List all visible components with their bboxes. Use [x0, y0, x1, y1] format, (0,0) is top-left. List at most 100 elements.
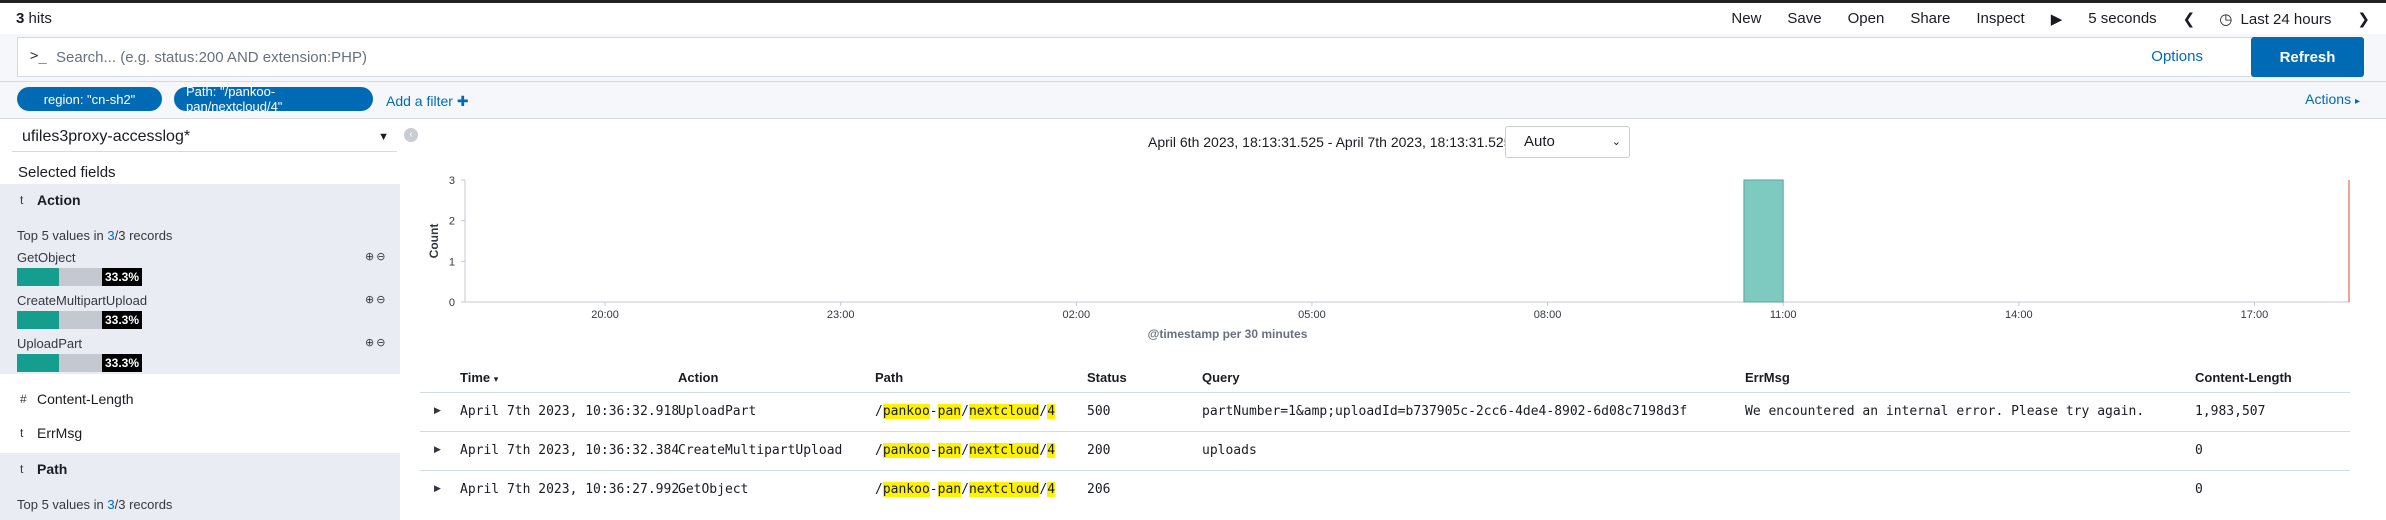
magnify-plus-minus-icons[interactable]: ⊕⊖ [365, 250, 387, 263]
top-value-item: UploadPart 33.3% ⊕⊖ [17, 336, 397, 372]
collapse-sidebar-icon[interactable]: ‹ [404, 128, 418, 142]
magnify-plus-minus-icons[interactable]: ⊕⊖ [365, 293, 387, 306]
total-count: 3 [118, 228, 126, 243]
hits-count: 3 [16, 10, 25, 27]
cell-content-length: 0 [2195, 482, 2203, 497]
value-bar-fill [17, 268, 59, 286]
open-button[interactable]: Open [1848, 10, 1885, 27]
chevron-down-icon: ⌄ [1611, 136, 1621, 148]
inspect-button[interactable]: Inspect [1976, 10, 2024, 27]
y-axis-label: Count [427, 224, 441, 259]
string-type-icon: t [20, 193, 24, 207]
x-tick-label: 02:00 [1063, 309, 1091, 321]
x-tick-label: 23:00 [827, 309, 855, 321]
play-icon[interactable]: ▶ [2051, 10, 2063, 28]
records-label: records [129, 497, 173, 512]
x-tick-label: 05:00 [1298, 309, 1326, 321]
string-type-icon: t [20, 462, 24, 476]
cell-action: UploadPart [678, 404, 757, 419]
field-content-length[interactable]: # Content-Length [0, 383, 400, 417]
path-highlight: 4 [1047, 482, 1056, 497]
table-row: ▶ April 7th 2023, 10:36:32.918 UploadPar… [420, 392, 2350, 430]
x-tick-label: 08:00 [1534, 309, 1562, 321]
value-bar-fill [17, 354, 59, 372]
magnify-plus-minus-icons[interactable]: ⊕⊖ [365, 336, 387, 349]
value-bar: 33.3% [17, 354, 142, 372]
refresh-interval[interactable]: 5 seconds [2088, 10, 2156, 27]
histogram-chart: 0 1 2 3 20:00 23:00 02:00 05:00 08:00 11:00 14:00 1… [427, 175, 2350, 341]
search-row: >_ Options Refresh [0, 34, 2386, 82]
cell-path: /pankoo-pan/nextcloud/4 [875, 482, 1056, 497]
actions-menu[interactable]: Actions ▸ [2305, 91, 2360, 107]
path-highlight: pankoo [882, 443, 930, 458]
field-details-path: Top 5 values in 3/3 records [0, 487, 400, 520]
index-pattern-select[interactable]: ufiles3proxy-accesslog* ▼ [12, 124, 397, 152]
column-header-path[interactable]: Path [875, 370, 903, 385]
string-type-icon: t [20, 426, 24, 440]
cell-status: 206 [1087, 482, 1111, 497]
share-button[interactable]: Share [1910, 10, 1950, 27]
chevron-right-icon[interactable]: ❯ [2357, 10, 2370, 28]
column-header-label: Time [460, 370, 491, 385]
query-bar: >_ Options [17, 37, 2354, 77]
top-value-item: GetObject 33.3% ⊕⊖ [17, 250, 397, 286]
plus-icon: ✚ [456, 93, 469, 109]
column-header-content-length[interactable]: Content-Length [2195, 370, 2292, 385]
field-path[interactable]: t Path [0, 453, 400, 487]
x-tick-label: 20:00 [591, 309, 619, 321]
column-header-errmsg[interactable]: ErrMsg [1745, 370, 1790, 385]
cell-query: uploads [1202, 443, 1257, 458]
value-bar: 33.3% [17, 268, 142, 286]
expand-row-icon[interactable]: ▶ [434, 405, 441, 416]
column-header-action[interactable]: Action [678, 370, 718, 385]
time-picker[interactable]: ◷ Last 24 hours [2219, 10, 2331, 28]
sort-down-icon[interactable]: ▾ [494, 374, 499, 384]
field-name: Content-Length [37, 391, 134, 407]
path-highlight: nextcloud [968, 443, 1040, 458]
caret-right-icon: ▸ [2354, 96, 2360, 107]
new-button[interactable]: New [1731, 10, 1761, 27]
found-count-link[interactable]: 3 [107, 228, 114, 243]
cell-path: /pankoo-pan/nextcloud/4 [875, 443, 1056, 458]
chevron-left-icon[interactable]: ❮ [2183, 10, 2196, 28]
table-row: ▶ April 7th 2023, 10:36:27.992 GetObject… [420, 470, 2350, 508]
value-name: UploadPart [17, 336, 83, 351]
y-tick-label: 2 [449, 216, 455, 228]
path-highlight: 4 [1047, 404, 1056, 419]
value-name: GetObject [17, 250, 76, 265]
path-segment: / [961, 404, 969, 419]
caret-down-icon: ▼ [378, 131, 389, 143]
column-header-status[interactable]: Status [1087, 370, 1127, 385]
interval-select[interactable]: Auto ⌄ [1505, 126, 1630, 158]
path-segment: - [929, 404, 938, 419]
cell-errmsg: We encountered an internal error. Please… [1745, 404, 2145, 419]
cell-time: April 7th 2023, 10:36:27.992 [460, 482, 680, 497]
cell-status: 200 [1087, 443, 1111, 458]
found-count-link[interactable]: 3 [107, 497, 114, 512]
field-action[interactable]: t Action [0, 184, 400, 218]
field-name: Action [37, 192, 81, 208]
actions-label: Actions [2305, 91, 2352, 107]
refresh-button[interactable]: Refresh [2251, 37, 2364, 77]
query-language-icon: >_ [30, 48, 47, 64]
filter-bar: region: "cn-sh2" Path: "/pankoo-pan/next… [0, 82, 2386, 119]
expand-row-icon[interactable]: ▶ [434, 444, 441, 455]
path-segment: / [875, 404, 883, 419]
field-errmsg[interactable]: t ErrMsg [0, 417, 400, 451]
search-input[interactable] [56, 46, 1856, 68]
top-values-prefix: Top 5 values in [17, 228, 104, 243]
cell-action: GetObject [678, 482, 749, 497]
options-link[interactable]: Options [2151, 48, 2203, 65]
path-highlight: pankoo [882, 404, 930, 419]
table-header: Time ▾ Action Path Status Query ErrMsg C… [420, 366, 2350, 392]
cell-status: 500 [1087, 404, 1111, 419]
add-filter-button[interactable]: Add a filter ✚ [386, 93, 469, 110]
path-highlight: pan [937, 443, 962, 458]
filter-pill-region[interactable]: region: "cn-sh2" [17, 87, 162, 111]
column-header-query[interactable]: Query [1202, 370, 1240, 385]
expand-row-icon[interactable]: ▶ [434, 483, 441, 494]
selected-fields-title: Selected fields [18, 164, 116, 181]
column-header-time[interactable]: Time ▾ [460, 370, 498, 385]
save-button[interactable]: Save [1787, 10, 1821, 27]
filter-pill-path[interactable]: Path: "/pankoo-pan/nextcloud/4" [174, 84, 373, 114]
